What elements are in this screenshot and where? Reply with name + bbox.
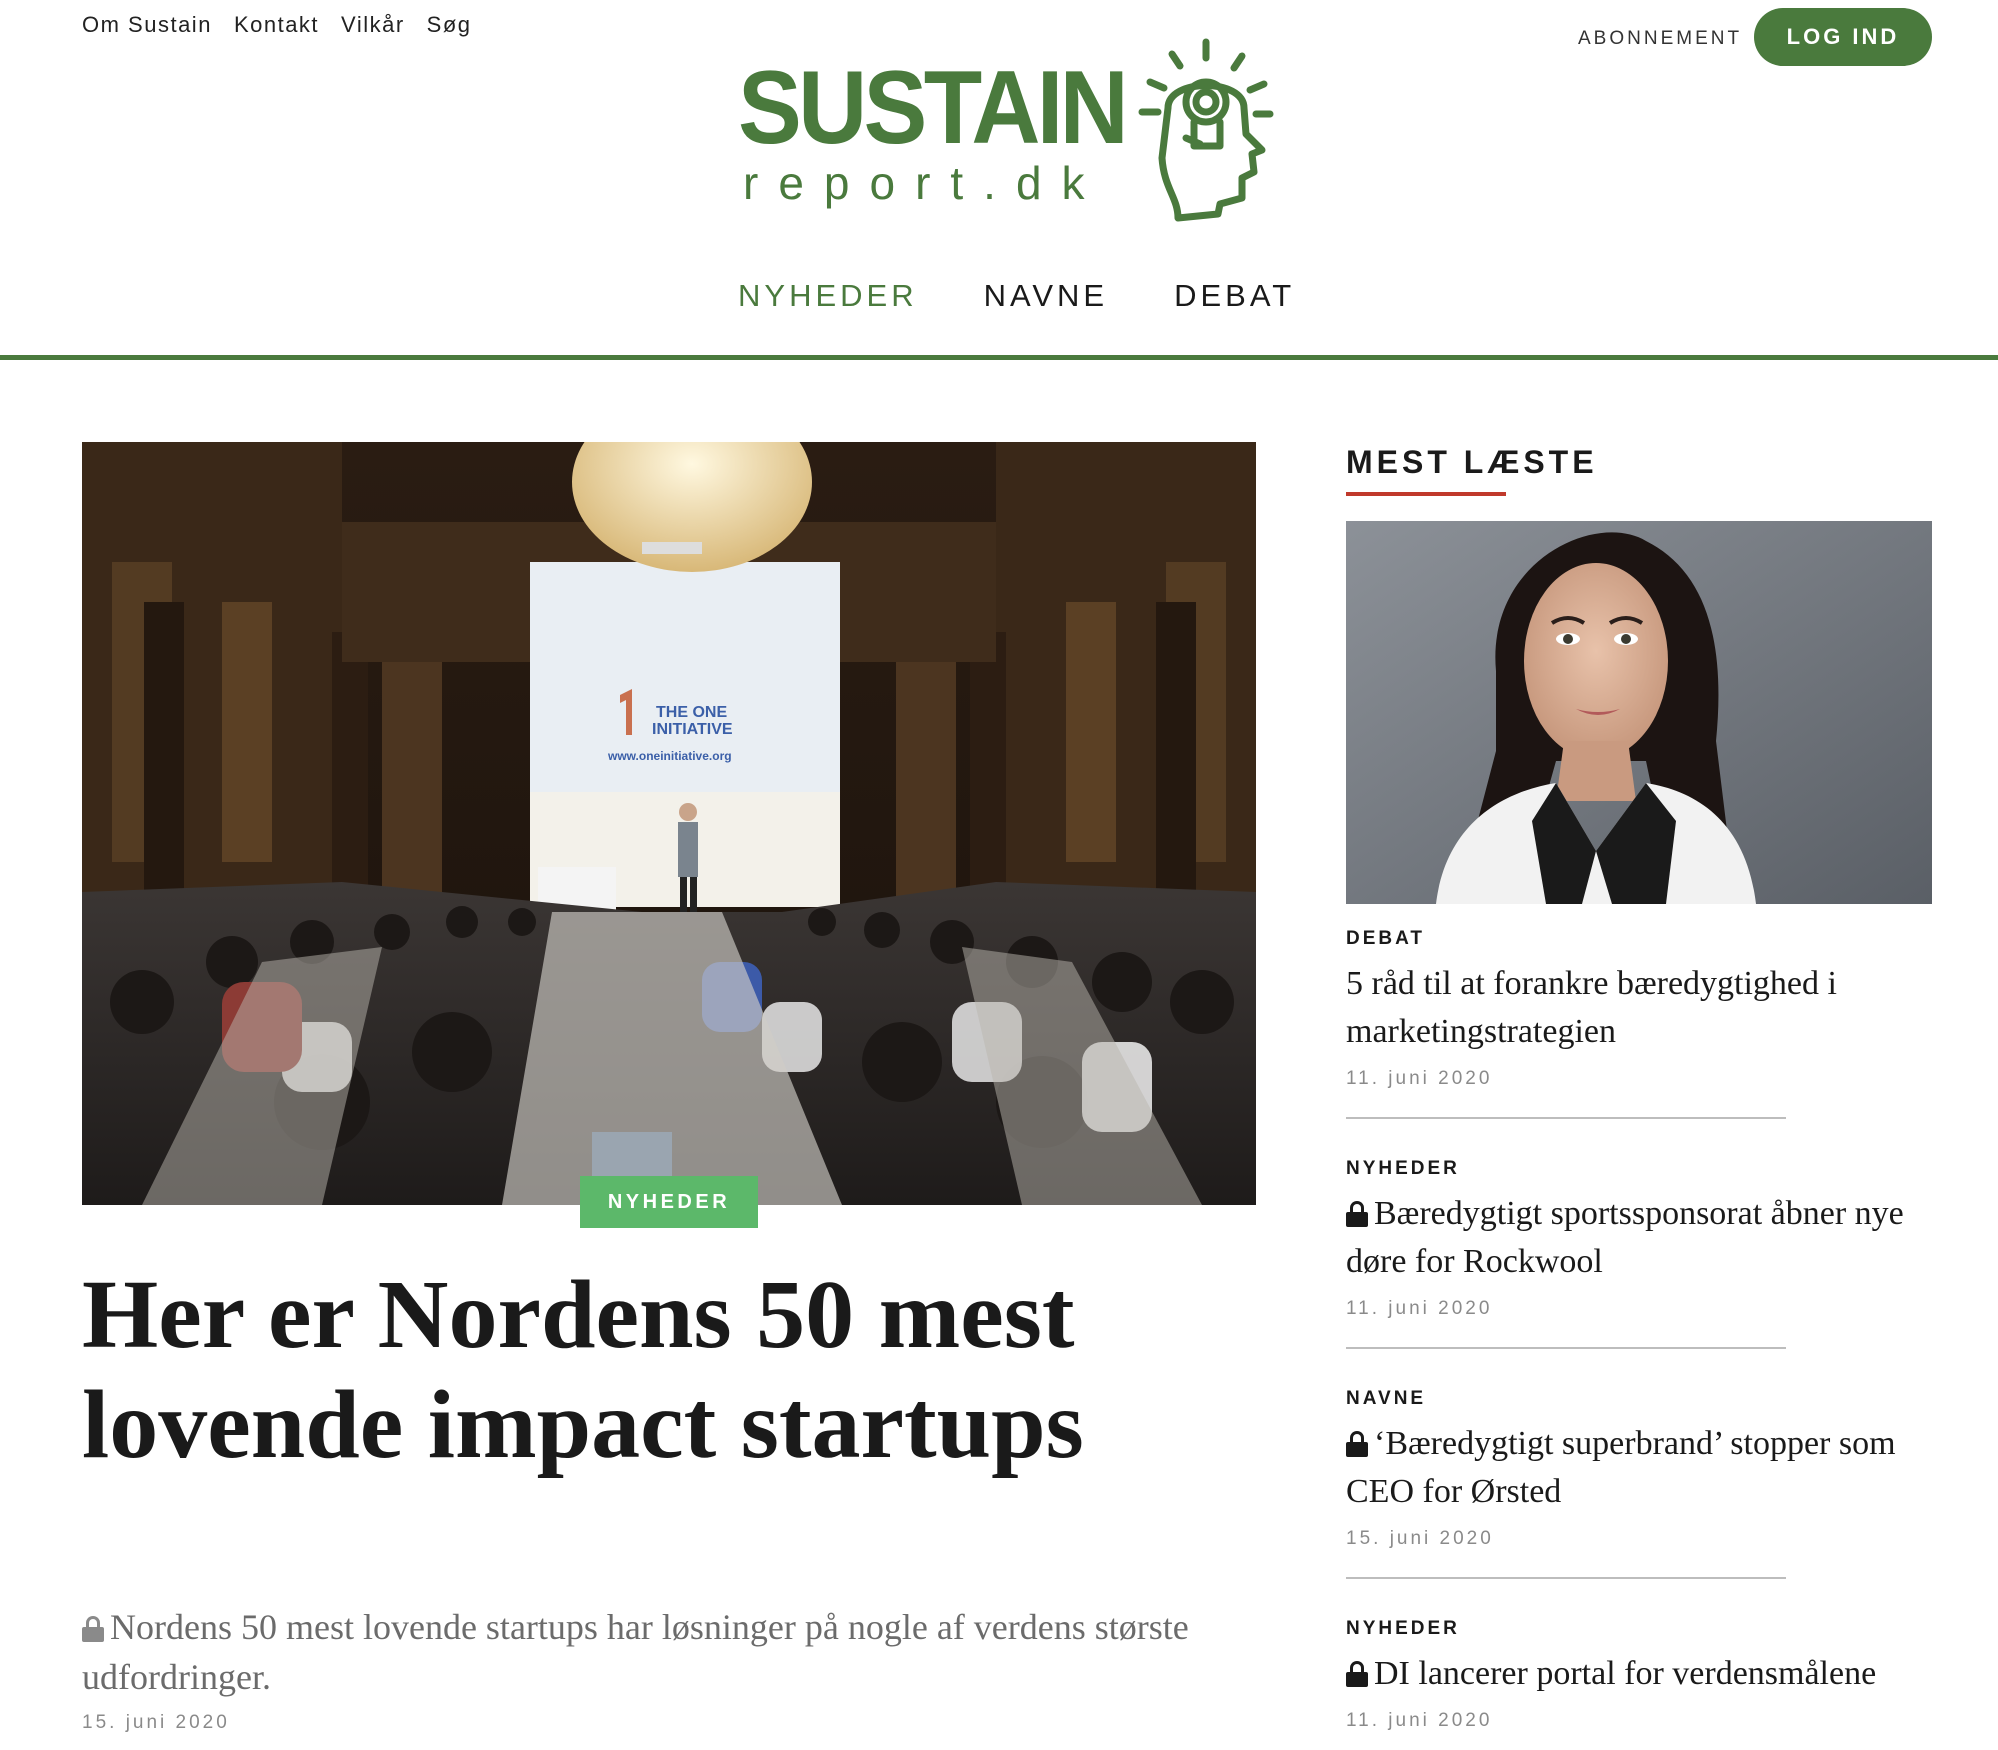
hero-category-tag[interactable]: NYHEDER (580, 1176, 758, 1228)
most-read-item[interactable]: NYHEDER Bæredygtigt sportssponsorat åbne… (1346, 1158, 1932, 1320)
lock-icon (1346, 1431, 1368, 1457)
subscribe-link[interactable]: ABONNEMENT (1578, 28, 1742, 50)
most-read-item[interactable]: NYHEDER DI lancerer portal for verdensmå… (1346, 1618, 1932, 1732)
about-link[interactable]: Om Sustain (82, 12, 212, 38)
utility-nav: Om Sustain Kontakt Vilkår Søg (82, 12, 472, 38)
hero-headline[interactable]: Her er Nordens 50 mest lovende impact st… (82, 1260, 1256, 1480)
contact-link[interactable]: Kontakt (234, 12, 319, 38)
nav-navne[interactable]: NAVNE (984, 278, 1109, 314)
lock-icon (1346, 1661, 1368, 1687)
article-date: 11. juni 2020 (1346, 1068, 1493, 1089)
divider (1346, 1577, 1786, 1579)
article-date: 11. juni 2020 (1346, 1710, 1493, 1731)
article-title-row[interactable]: DI lancerer portal for verdensmålene (1346, 1650, 1932, 1698)
article-title-row[interactable]: Bæredygtigt sportssponsorat åbner nye dø… (1346, 1190, 1932, 1286)
article-title[interactable]: Bæredygtigt sportssponsorat åbner nye dø… (1346, 1195, 1904, 1280)
article-category: DEBAT (1346, 928, 1426, 949)
logo-subtitle: report.dk (743, 157, 1105, 209)
nav-divider (0, 355, 1998, 360)
nav-debat[interactable]: DEBAT (1174, 278, 1295, 314)
nav-nyheder[interactable]: NYHEDER (738, 278, 918, 314)
article-title[interactable]: DI lancerer portal for verdensmålene (1374, 1655, 1876, 1692)
most-read-heading: MEST LÆSTE (1346, 444, 1598, 480)
article-title[interactable]: 5 råd til at forankre bæredygtighed i ma… (1346, 960, 1932, 1056)
article-date: 15. juni 2020 (1346, 1528, 1494, 1549)
login-button[interactable]: LOG IND (1754, 8, 1932, 66)
article-title[interactable]: ‘Bæredygtigt superbrand’ stopper som CEO… (1346, 1425, 1896, 1510)
main-nav: NYHEDER NAVNE DEBAT (738, 278, 1295, 314)
divider (1346, 1117, 1786, 1119)
screen-url: www.oneinitiative.org (607, 749, 732, 763)
terms-link[interactable]: Vilkår (341, 12, 405, 38)
logo-wordmark: SUSTAIN (738, 50, 1129, 166)
article-date: 11. juni 2020 (1346, 1298, 1493, 1319)
site-logo[interactable]: SUSTAIN report.dk (738, 38, 1278, 223)
article-category: NYHEDER (1346, 1158, 1460, 1179)
search-link[interactable]: Søg (427, 12, 472, 38)
hero-date: 15. juni 2020 (82, 1712, 230, 1733)
divider (1346, 1347, 1786, 1349)
article-title-row[interactable]: ‘Bæredygtigt superbrand’ stopper som CEO… (1346, 1420, 1932, 1516)
lock-icon (82, 1616, 104, 1642)
article-category: NAVNE (1346, 1388, 1427, 1409)
most-read-item[interactable]: DEBAT 5 råd til at forankre bæredygtighe… (1346, 928, 1932, 1090)
hero-image[interactable]: THE ONE INITIATIVE www.oneinitiative.org (82, 442, 1256, 1205)
heading-accent-bar (1346, 492, 1506, 496)
most-read-item[interactable]: NAVNE ‘Bæredygtigt superbrand’ stopper s… (1346, 1388, 1932, 1550)
head-lightbulb-icon (1138, 38, 1274, 222)
hero-lead-text: Nordens 50 mest lovende startups har løs… (82, 1607, 1189, 1697)
article-category: NYHEDER (1346, 1618, 1460, 1639)
screen-line1: THE ONE (656, 704, 727, 721)
lock-icon (1346, 1201, 1368, 1227)
most-read-featured-image[interactable] (1346, 521, 1932, 904)
hero-lead: Nordens 50 mest lovende startups har løs… (82, 1602, 1256, 1702)
screen-line2: INITIATIVE (652, 721, 733, 738)
